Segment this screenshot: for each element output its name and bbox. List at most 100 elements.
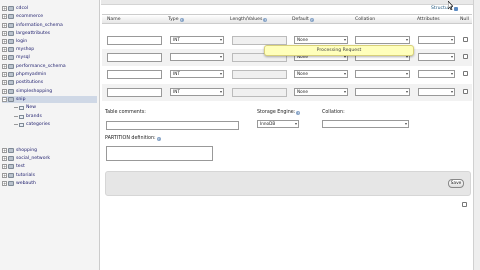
column-collation-select[interactable] bbox=[355, 36, 410, 44]
column-attributes-select[interactable] bbox=[418, 53, 455, 61]
column-row: INT None bbox=[102, 84, 472, 101]
tree-item-database[interactable]: + shopping bbox=[2, 147, 37, 154]
database-icon bbox=[8, 181, 14, 186]
column-name-input[interactable] bbox=[107, 36, 162, 45]
tree-item-database[interactable]: + social_network bbox=[2, 155, 50, 162]
tree-item-database[interactable]: + performance_schema bbox=[2, 63, 66, 70]
help-icon[interactable]: ? bbox=[179, 17, 184, 22]
save-bar: Save bbox=[105, 171, 471, 196]
column-default-select[interactable]: None bbox=[294, 36, 348, 44]
column-collation-select[interactable] bbox=[355, 70, 410, 78]
tree-item-database[interactable]: + cdcol bbox=[2, 5, 28, 12]
tree-item-database[interactable]: − snip bbox=[2, 96, 97, 103]
structure-link[interactable]: Structure bbox=[431, 6, 459, 11]
expand-icon[interactable]: + bbox=[2, 148, 7, 153]
bottom-checkbox[interactable] bbox=[462, 202, 467, 207]
help-icon[interactable]: ? bbox=[156, 136, 161, 141]
tree-item-label: test bbox=[16, 164, 25, 169]
expand-icon[interactable]: + bbox=[2, 173, 7, 178]
tree-item-label: webauth bbox=[16, 181, 36, 186]
tree-item-database[interactable]: + tutorials bbox=[2, 172, 35, 179]
tree-item-database[interactable]: + login bbox=[2, 38, 27, 45]
help-icon[interactable]: ? bbox=[296, 110, 301, 115]
table-icon bbox=[19, 122, 24, 127]
mouse-cursor-icon bbox=[448, 1, 453, 10]
column-header-row: Name Type? Length/Values? Default? Colla… bbox=[102, 14, 472, 24]
expand-icon[interactable]: + bbox=[2, 14, 7, 19]
tree-item-database[interactable]: + postitutions bbox=[2, 79, 43, 86]
header-name: Name bbox=[107, 17, 121, 22]
tree-item-label: New bbox=[26, 105, 37, 110]
tree-item-database[interactable]: + test bbox=[2, 163, 25, 170]
expand-icon[interactable]: + bbox=[2, 6, 7, 11]
tree-item-database[interactable]: + webauth bbox=[2, 180, 36, 187]
column-default-select[interactable]: None bbox=[294, 88, 348, 96]
top-band bbox=[101, 0, 473, 5]
column-length-input[interactable] bbox=[232, 36, 287, 45]
navigation-panel: + cdcol + ecommerce + information_schema + larg… bbox=[0, 0, 100, 270]
vertical-scrollbar[interactable] bbox=[473, 0, 480, 270]
table-comments-input[interactable] bbox=[106, 121, 239, 130]
column-attributes-select[interactable] bbox=[418, 88, 455, 96]
table-comments-label: Table comments: bbox=[105, 110, 146, 115]
column-type-select[interactable] bbox=[170, 53, 224, 61]
storage-engine-label: Storage Engine:? bbox=[257, 110, 301, 115]
column-null-checkbox[interactable] bbox=[463, 37, 468, 42]
column-type-select[interactable]: INT bbox=[170, 36, 224, 44]
column-attributes-select[interactable] bbox=[418, 36, 455, 44]
column-null-checkbox[interactable] bbox=[463, 71, 468, 76]
tree-item-database[interactable]: + mysql bbox=[2, 54, 30, 61]
tree-item-database[interactable]: + ecommerce bbox=[2, 13, 43, 20]
column-attributes-select[interactable] bbox=[418, 70, 455, 78]
column-name-input[interactable] bbox=[107, 88, 162, 97]
tree-item-database[interactable]: + information_schema bbox=[2, 22, 63, 29]
expand-icon[interactable]: − bbox=[2, 97, 7, 102]
tree-line bbox=[14, 116, 18, 117]
column-collation-select[interactable] bbox=[355, 88, 410, 96]
expand-icon[interactable]: + bbox=[2, 55, 7, 60]
column-name-input[interactable] bbox=[107, 53, 162, 62]
column-length-input[interactable] bbox=[232, 70, 287, 79]
tree-item-label: categories bbox=[26, 122, 51, 127]
tree-item-label: tutorials bbox=[16, 173, 35, 178]
tree-item-label: ecommerce bbox=[16, 14, 44, 19]
tree-item-database[interactable]: + myshop bbox=[2, 46, 34, 53]
database-icon bbox=[8, 72, 14, 77]
help-icon[interactable]: ? bbox=[263, 17, 268, 22]
database-icon bbox=[8, 6, 14, 11]
column-default-select[interactable]: None bbox=[294, 70, 348, 78]
database-icon bbox=[8, 97, 14, 102]
column-null-checkbox[interactable] bbox=[463, 54, 468, 59]
expand-icon[interactable]: + bbox=[2, 31, 7, 36]
help-icon[interactable]: ? bbox=[309, 17, 314, 22]
expand-icon[interactable]: + bbox=[2, 23, 7, 28]
tree-item-table[interactable]: categories bbox=[14, 121, 50, 128]
column-type-select[interactable]: INT bbox=[170, 88, 224, 96]
column-type-select[interactable]: INT bbox=[170, 70, 224, 78]
expand-icon[interactable]: + bbox=[2, 64, 7, 69]
tree-item-database[interactable]: + simpleshopping bbox=[2, 88, 52, 95]
expand-icon[interactable]: + bbox=[2, 181, 7, 186]
storage-engine-select[interactable]: InnoDB bbox=[257, 120, 299, 128]
expand-icon[interactable]: + bbox=[2, 72, 7, 77]
table-collation-select[interactable] bbox=[322, 120, 409, 128]
column-null-checkbox[interactable] bbox=[463, 89, 468, 94]
expand-icon[interactable]: + bbox=[2, 89, 7, 94]
save-button[interactable]: Save bbox=[448, 179, 464, 188]
expand-icon[interactable]: + bbox=[2, 47, 7, 52]
tree-item-label: largeattributes bbox=[16, 31, 51, 36]
tree-item-database[interactable]: + largeattributes bbox=[2, 30, 50, 37]
tree-item-table[interactable]: brands bbox=[14, 113, 42, 120]
structure-icon bbox=[454, 6, 459, 11]
column-name-input[interactable] bbox=[107, 70, 162, 79]
expand-icon[interactable]: + bbox=[2, 156, 7, 161]
tree-item-table[interactable]: New bbox=[14, 104, 36, 111]
expand-icon[interactable]: + bbox=[2, 164, 7, 169]
partition-textarea[interactable] bbox=[106, 146, 213, 161]
tree-item-label: shopping bbox=[16, 148, 38, 153]
tree-item-database[interactable]: + phpmyadmin bbox=[2, 71, 46, 78]
expand-icon[interactable]: + bbox=[2, 80, 7, 85]
tree-item-label: brands bbox=[26, 114, 42, 119]
expand-icon[interactable]: + bbox=[2, 39, 7, 44]
column-length-input[interactable] bbox=[232, 88, 287, 97]
